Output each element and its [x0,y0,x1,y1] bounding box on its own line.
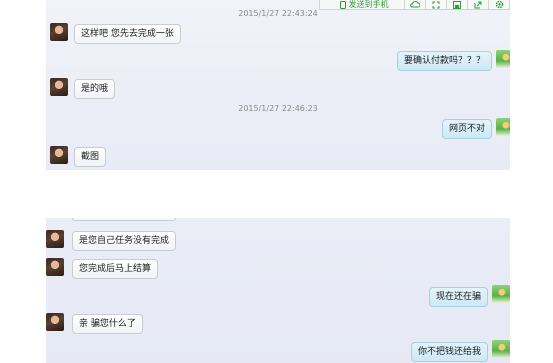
self-avatar[interactable] [492,285,510,303]
timestamp: 2015/1/27 22:43:24 [238,9,318,18]
self-avatar[interactable] [492,340,510,358]
message-text: 截图 [81,152,100,162]
message-bubble-outgoing: 网页不对 [441,119,492,139]
message-text: 现在还在骗 [435,292,481,302]
message-bubble-stub [72,218,176,221]
contact-avatar[interactable] [46,313,64,331]
message-text: 你不把钱还给我 [417,347,481,357]
message-text: 要确认付款吗？？？ [403,56,485,66]
chat-toolbar: 发送到手机 [319,0,510,10]
message-bubble-outgoing: 现在还在骗 [428,287,488,307]
chat-panel-bottom: 是您自己任务没有完成 您完成后马上结算 现在还在骗 亲 骗您什么了 你不把钱还给… [46,218,510,363]
contact-avatar[interactable] [50,78,68,96]
message-text: 这样吧 您先去完成一张 [81,29,174,39]
message-bubble-incoming: 亲 骗您什么了 [72,314,143,334]
phone-icon [339,0,346,9]
message-bubble-incoming: 是的哦 [74,79,116,99]
contact-avatar[interactable] [46,230,64,248]
message-text: 是的哦 [81,84,109,94]
message-bubble-incoming: 您完成后马上结算 [72,259,159,279]
message-text: 您完成后马上结算 [79,264,152,274]
cloud-icon [410,1,420,8]
fullscreen-icon [432,1,440,9]
message-bubble-outgoing: 要确认付款吗？？？ [396,51,492,71]
contact-avatar[interactable] [50,146,68,164]
contact-avatar[interactable] [50,23,68,41]
timestamp: 2015/1/27 22:46:23 [238,104,318,113]
message-bubble-incoming: 截图 [74,147,107,167]
share-icon [474,1,482,9]
message-text: 亲 骗您什么了 [79,319,136,329]
save-icon [453,0,461,9]
message-bubble-incoming: 是您自己任务没有完成 [72,231,177,251]
self-avatar[interactable] [496,118,510,136]
message-bubble-incoming: 这样吧 您先去完成一张 [74,24,181,44]
message-text: 网页不对 [448,124,485,134]
contact-avatar[interactable] [46,258,64,276]
settings-icon [495,0,504,9]
message-bubble-outgoing: 你不把钱还给我 [410,342,488,362]
chat-panel-top: 发送到手机 2015/1/27 22:43:24 这样吧 您先去完成一张 要确认… [46,0,510,170]
message-text: 是您自己任务没有完成 [79,236,170,246]
self-avatar[interactable] [496,50,510,68]
